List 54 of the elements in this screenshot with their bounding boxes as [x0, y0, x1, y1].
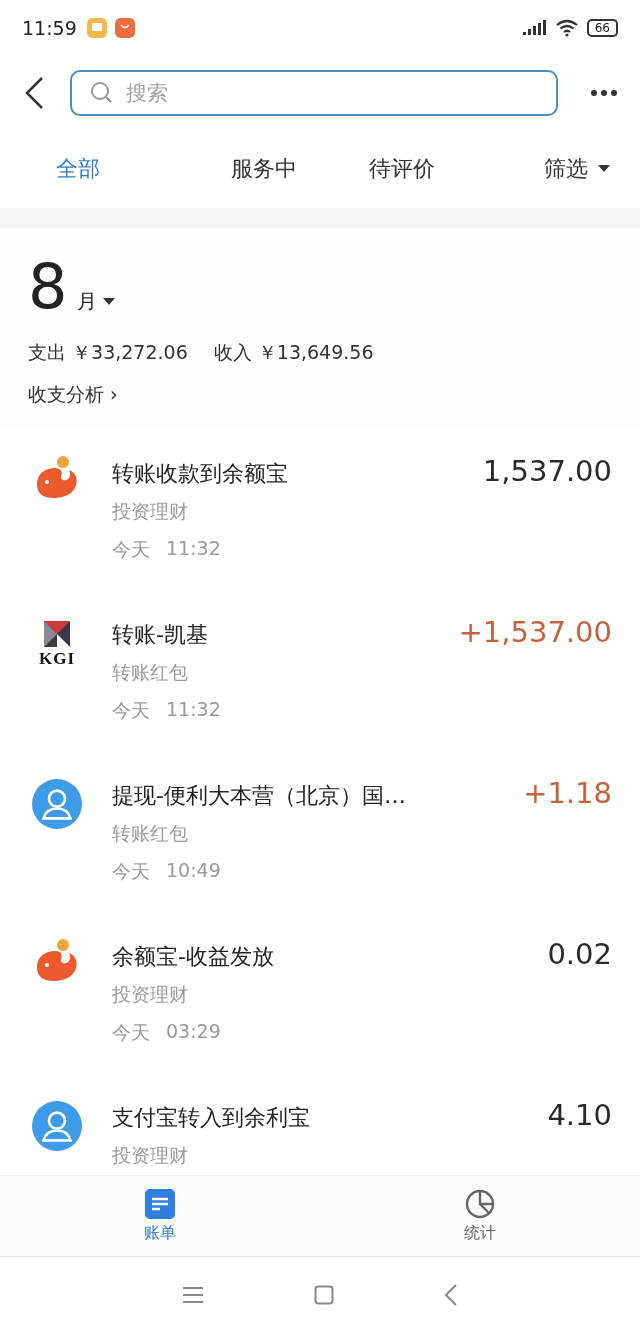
date: 今天: [112, 1020, 150, 1045]
category: 投资理财: [112, 982, 189, 1007]
logo-icon: [44, 621, 70, 647]
filter-tab[interactable]: 待评价: [333, 154, 472, 184]
wifi-icon: [554, 19, 579, 37]
home-icon[interactable]: [314, 1284, 334, 1305]
nav-tab[interactable]: 统计: [320, 1176, 640, 1256]
battery-icon: 66: [586, 19, 618, 37]
category: 投资理财: [112, 499, 189, 524]
filter-tab[interactable]: 全部: [30, 154, 195, 184]
caret-icon: [103, 297, 116, 306]
time: 10:49: [166, 859, 221, 883]
more-icon[interactable]: [590, 89, 618, 97]
amount: 4.10: [547, 1098, 612, 1132]
time: 11:32: [166, 698, 221, 722]
date: 今天: [112, 537, 150, 562]
filter-tab[interactable]: 筛选: [471, 154, 610, 184]
amount: 0.02: [547, 937, 612, 971]
time: 11:32: [166, 537, 221, 561]
avatar-icon: [32, 776, 82, 832]
amount: +1,537.00: [458, 615, 612, 649]
avatar-icon: [32, 1098, 82, 1154]
shopping-app-icon: [114, 18, 135, 38]
analysis-link[interactable]: 收支分析 ›: [28, 382, 118, 408]
signal-icon: [522, 20, 547, 36]
category: 投资理财: [112, 1143, 189, 1168]
transaction-title: 余额宝-收益发放: [112, 943, 274, 971]
search-field[interactable]: 搜索: [70, 70, 558, 116]
expense-total: 支出 ￥33,272.06: [28, 340, 188, 365]
bill-icon: [145, 1188, 175, 1219]
month-picker[interactable]: 月: [77, 288, 116, 315]
clock: 11:59: [22, 17, 77, 39]
menu-icon[interactable]: [182, 1285, 204, 1304]
transaction-title: 转账-凯基: [112, 621, 208, 649]
pie-chart-icon: [465, 1188, 495, 1219]
caret-icon: [598, 165, 610, 173]
amount: +1.18: [523, 776, 612, 810]
chat-app-icon: [86, 18, 107, 38]
income-total: 收入 ￥13,649.56: [213, 340, 374, 365]
transaction-title: 转账收款到余额宝: [112, 460, 288, 488]
month-number: 8: [28, 256, 68, 318]
date: 今天: [112, 859, 150, 884]
transaction-title: 支付宝转入到余利宝: [112, 1104, 310, 1132]
category: 转账红包: [112, 660, 189, 685]
nav-tab[interactable]: 账单: [0, 1176, 320, 1256]
category: 转账红包: [112, 821, 189, 846]
filter-tab[interactable]: 服务中: [194, 154, 333, 184]
time: 03:29: [166, 1020, 221, 1044]
amount: 1,537.00: [482, 454, 612, 488]
search-icon: [90, 81, 114, 105]
back-icon[interactable]: [24, 76, 44, 110]
date: 今天: [112, 698, 150, 723]
logo-text: KGI: [38, 649, 76, 669]
transaction-title: 提现-便利大本营（北京）国…: [112, 782, 406, 810]
